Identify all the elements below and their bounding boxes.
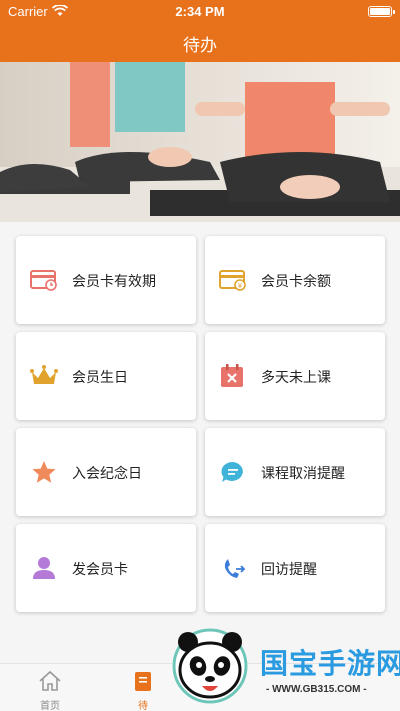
calendar-x-icon — [221, 364, 243, 387]
crown-icon — [30, 365, 58, 384]
tab-label: 首页 — [40, 701, 60, 711]
todo-icon — [135, 672, 151, 691]
card-join-anniversary[interactable]: 入会纪念日 — [16, 428, 196, 516]
card-class-cancel-reminder[interactable]: 课程取消提醒 — [205, 428, 385, 516]
card-label: 会员卡余额 — [261, 273, 331, 289]
hero-banner-image — [0, 62, 400, 222]
yoga-photo — [0, 62, 400, 222]
svg-text:¥: ¥ — [238, 282, 243, 290]
card-label: 入会纪念日 — [72, 465, 142, 481]
card-membership-balance[interactable]: ¥ 会员卡余额 — [205, 236, 385, 324]
status-time: 2:34 PM — [175, 4, 225, 19]
phone-callback-icon — [224, 559, 246, 578]
panda-mascot-icon — [172, 628, 248, 704]
watermark-title: 国宝手游网 — [260, 648, 400, 679]
card-label: 课程取消提醒 — [261, 465, 345, 481]
card-issue-membership[interactable]: 发会员卡 — [16, 524, 196, 612]
watermark-logo: 国宝手游网 - WWW.GB315.COM - — [168, 620, 400, 711]
watermark-url: - WWW.GB315.COM - — [266, 684, 367, 695]
card-expiry-icon — [30, 270, 57, 291]
status-bar: Carrier 2:34 PM — [0, 0, 400, 22]
home-icon — [39, 670, 61, 691]
page-title: 待办 — [183, 36, 217, 55]
card-label: 会员生日 — [72, 369, 128, 385]
nav-bar: 待办 — [0, 22, 400, 62]
card-absent-days[interactable]: 多天未上课 — [205, 332, 385, 420]
star-icon — [32, 461, 56, 483]
person-icon — [33, 557, 55, 579]
card-membership-expiry[interactable]: 会员卡有效期 — [16, 236, 196, 324]
card-label: 回访提醒 — [261, 561, 317, 577]
tab-label: 待 — [138, 701, 148, 711]
card-member-birthday[interactable]: 会员生日 — [16, 332, 196, 420]
card-label: 多天未上课 — [261, 369, 331, 385]
card-label: 发会员卡 — [72, 561, 128, 577]
tab-todo[interactable]: 待 — [113, 664, 173, 711]
battery-icon — [368, 6, 395, 17]
card-label: 会员卡有效期 — [72, 273, 156, 289]
tab-home[interactable]: 首页 — [20, 664, 80, 711]
card-follow-up-reminder[interactable]: 回访提醒 — [205, 524, 385, 612]
chat-bubble-icon — [221, 461, 243, 482]
card-balance-icon: ¥ — [219, 270, 246, 291]
